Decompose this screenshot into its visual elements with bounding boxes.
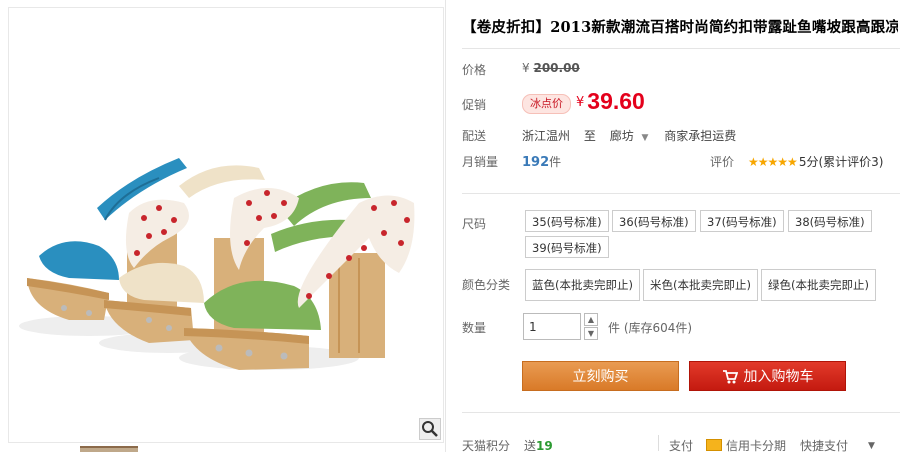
shipping-label: 配送 <box>462 129 487 143</box>
buy-now-button[interactable]: 立刻购买 <box>522 361 679 391</box>
sales-number: 192 <box>522 155 550 170</box>
original-price: ¥ 200.00 <box>522 61 580 75</box>
original-price-value: 200.00 <box>533 61 580 75</box>
product-title: 【卷皮折扣】2013新款潮流百搭时尚简约扣带露趾鱼嘴坡跟高跟凉鞋 <box>462 19 898 36</box>
promo-label: 促销 <box>462 98 487 112</box>
currency-symbol: ¥ <box>522 61 530 75</box>
size-label: 尺码 <box>462 217 487 231</box>
rating-score: 5分 <box>798 155 819 169</box>
size-option-36[interactable]: 36(码号标准) <box>612 210 696 232</box>
rating-count[interactable]: (累计评价3) <box>818 155 883 169</box>
stock-count: (库存604件) <box>623 321 693 335</box>
ship-from: 浙江温州 <box>522 129 571 143</box>
shipping-note: 商家承担运费 <box>664 129 737 143</box>
promo-price: ¥39.60 <box>576 88 645 115</box>
color-option-beige[interactable]: 米色(本批卖完即止) <box>643 269 758 301</box>
sales-label: 月销量 <box>462 155 499 169</box>
size-option-38[interactable]: 38(码号标准) <box>788 210 872 232</box>
price-label: 价格 <box>462 63 487 77</box>
stepper-down-icon[interactable]: ▼ <box>584 327 598 340</box>
quick-pay[interactable]: 快捷支付 <box>800 437 848 454</box>
color-label: 颜色分类 <box>462 278 511 292</box>
chevron-down-icon[interactable]: ▼ <box>868 441 875 451</box>
add-to-cart-label: 加入购物车 <box>743 369 814 385</box>
column-divider <box>445 0 446 452</box>
quantity-unit: 件 <box>608 321 621 335</box>
rating-label: 评价 <box>710 155 735 169</box>
promo-currency: ¥ <box>576 95 585 110</box>
quantity-label: 数量 <box>462 321 487 335</box>
points-value: 19 <box>536 439 553 453</box>
points-prefix: 送 <box>524 439 537 453</box>
sales-count: 192件 <box>522 153 561 170</box>
promo-badge: 冰点价 <box>522 94 571 114</box>
divider <box>658 435 659 451</box>
color-option-green[interactable]: 绿色(本批卖完即止) <box>761 269 876 301</box>
promo-price-value: 39.60 <box>587 88 645 114</box>
divider <box>462 412 900 413</box>
divider <box>462 193 900 194</box>
stepper-up-icon[interactable]: ▲ <box>584 313 598 326</box>
card-icon <box>706 439 722 451</box>
ship-to-word: 至 <box>583 129 596 143</box>
cart-icon <box>722 370 738 384</box>
ship-destination-select[interactable]: 廊坊 <box>610 129 634 143</box>
rating-summary[interactable]: 评价 ★★★★★ 5分(累计评价3) <box>710 153 883 170</box>
product-main-image[interactable] <box>8 7 444 443</box>
points-label: 天猫积分 <box>462 439 511 453</box>
quantity-input[interactable]: 1 <box>523 313 581 340</box>
sandals-photo <box>19 158 415 370</box>
thumbnail[interactable] <box>80 446 138 452</box>
size-option-39[interactable]: 39(码号标准) <box>525 236 609 258</box>
stock-info: 件 (库存604件) <box>608 319 692 336</box>
sales-unit: 件 <box>549 155 562 169</box>
pay-label: 支付 <box>669 439 694 453</box>
color-option-blue[interactable]: 蓝色(本批卖完即止) <box>525 269 640 301</box>
chevron-down-icon[interactable]: ▼ <box>642 133 649 143</box>
credit-card-installment[interactable]: 信用卡分期 <box>706 437 786 454</box>
zoom-icon <box>422 421 438 437</box>
points-info: 送19 <box>524 437 553 454</box>
divider <box>462 48 900 49</box>
star-rating-icon: ★★★★★ <box>748 155 798 169</box>
shipping-info: 浙江温州 至 廊坊 ▼ 商家承担运费 <box>522 127 746 144</box>
add-to-cart-button[interactable]: 加入购物车 <box>689 361 846 391</box>
zoom-button[interactable] <box>419 418 441 440</box>
size-option-37[interactable]: 37(码号标准) <box>700 210 784 232</box>
credit-card-label: 信用卡分期 <box>726 439 787 453</box>
size-option-35[interactable]: 35(码号标准) <box>525 210 609 232</box>
